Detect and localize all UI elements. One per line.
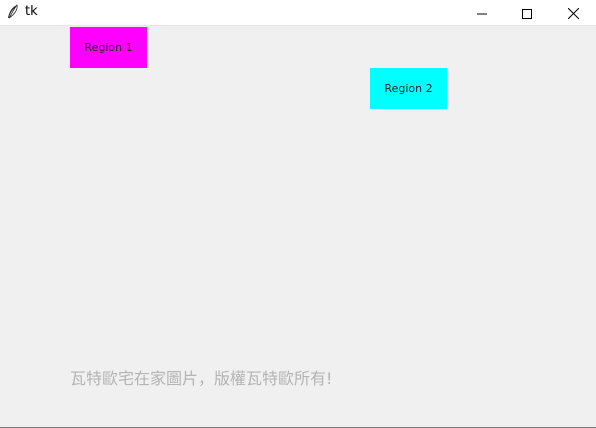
region-1[interactable]: Region 1 (70, 27, 147, 68)
minimize-icon (477, 4, 487, 23)
copyright-watermark: 瓦特歐宅在家圖片，版權瓦特歐所有! (70, 369, 333, 388)
canvas-area[interactable]: Region 1 Region 2 瓦特歐宅在家圖片，版權瓦特歐所有! (0, 26, 596, 427)
region-2[interactable]: Region 2 (370, 68, 447, 109)
title-bar[interactable]: tk (0, 0, 596, 26)
maximize-button[interactable] (504, 0, 550, 26)
minimize-button[interactable] (459, 0, 505, 26)
region-1-label: Region 1 (84, 41, 133, 54)
region-2-label: Region 2 (384, 82, 433, 95)
maximize-icon (522, 4, 532, 23)
window-title: tk (25, 4, 38, 19)
feather-icon (6, 4, 20, 20)
close-icon (567, 4, 579, 23)
tk-window: tk Region 1 Region 2 瓦特歐宅在家圖片，版權瓦特歐所有! (0, 0, 596, 428)
close-button[interactable] (550, 0, 596, 26)
